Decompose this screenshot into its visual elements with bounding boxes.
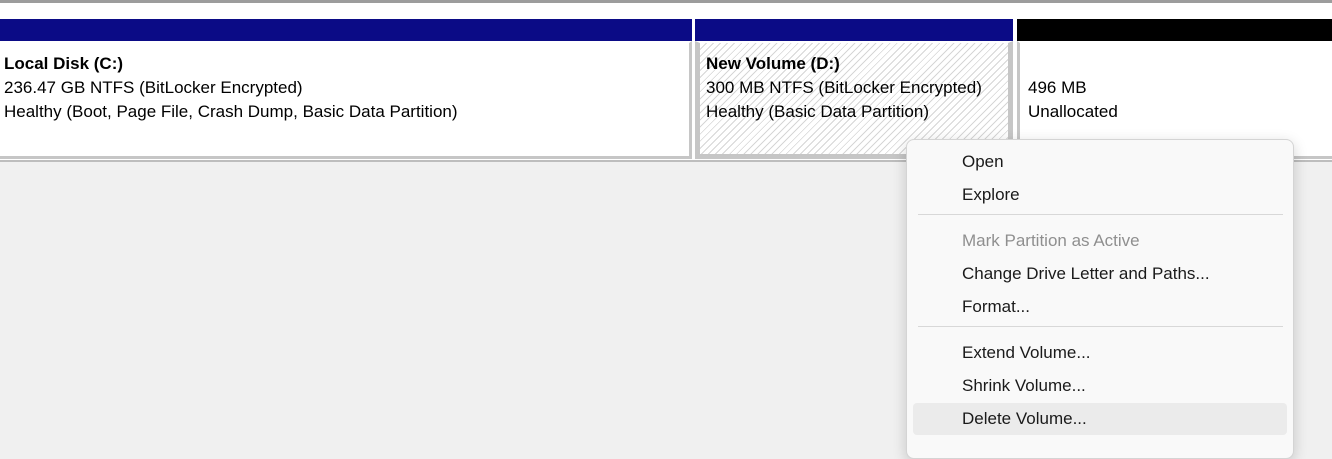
menu-item-change-drive-letter[interactable]: Change Drive Letter and Paths... xyxy=(913,258,1287,290)
partition-d-size: 300 MB NTFS (BitLocker Encrypted) xyxy=(706,78,982,97)
menu-item-mark-active: Mark Partition as Active xyxy=(962,231,1140,250)
partition-unallocated-status: Unallocated xyxy=(1028,102,1118,121)
menu-item-shrink-volume[interactable]: Shrink Volume... xyxy=(913,370,1287,402)
menu-item-open[interactable]: Open xyxy=(913,146,1287,178)
partition-d-status: Healthy (Basic Data Partition) xyxy=(706,102,929,121)
partition-unallocated-size: 496 MB xyxy=(1028,78,1087,97)
partition-d-name: New Volume (D:) xyxy=(706,54,840,73)
partition-c-bar xyxy=(0,19,692,41)
menu-item-format[interactable]: Format... xyxy=(913,291,1287,323)
partition-c-name: Local Disk (C:) xyxy=(4,54,124,73)
menu-item-explore[interactable]: Explore xyxy=(913,179,1287,211)
partition-d-bar xyxy=(695,19,1013,41)
partition-unallocated-text: 496 MB Unallocated xyxy=(1028,76,1118,124)
context-menu: Open Explore Mark Partition as Active Ch… xyxy=(906,139,1294,459)
menu-item-extend-volume[interactable]: Extend Volume... xyxy=(913,337,1287,369)
partition-c-status: Healthy (Boot, Page File, Crash Dump, Ba… xyxy=(4,102,458,121)
partition-d-text: New Volume (D:) 300 MB NTFS (BitLocker E… xyxy=(706,52,982,124)
menu-separator xyxy=(918,326,1283,327)
partition-c-text: Local Disk (C:) 236.47 GB NTFS (BitLocke… xyxy=(4,52,458,124)
header-gap xyxy=(0,3,1332,19)
partition-unallocated-bar xyxy=(1017,19,1332,41)
menu-separator xyxy=(918,214,1283,215)
menu-item-delete-volume[interactable]: Delete Volume... xyxy=(913,403,1287,435)
partition-c-size: 236.47 GB NTFS (BitLocker Encrypted) xyxy=(4,78,303,97)
